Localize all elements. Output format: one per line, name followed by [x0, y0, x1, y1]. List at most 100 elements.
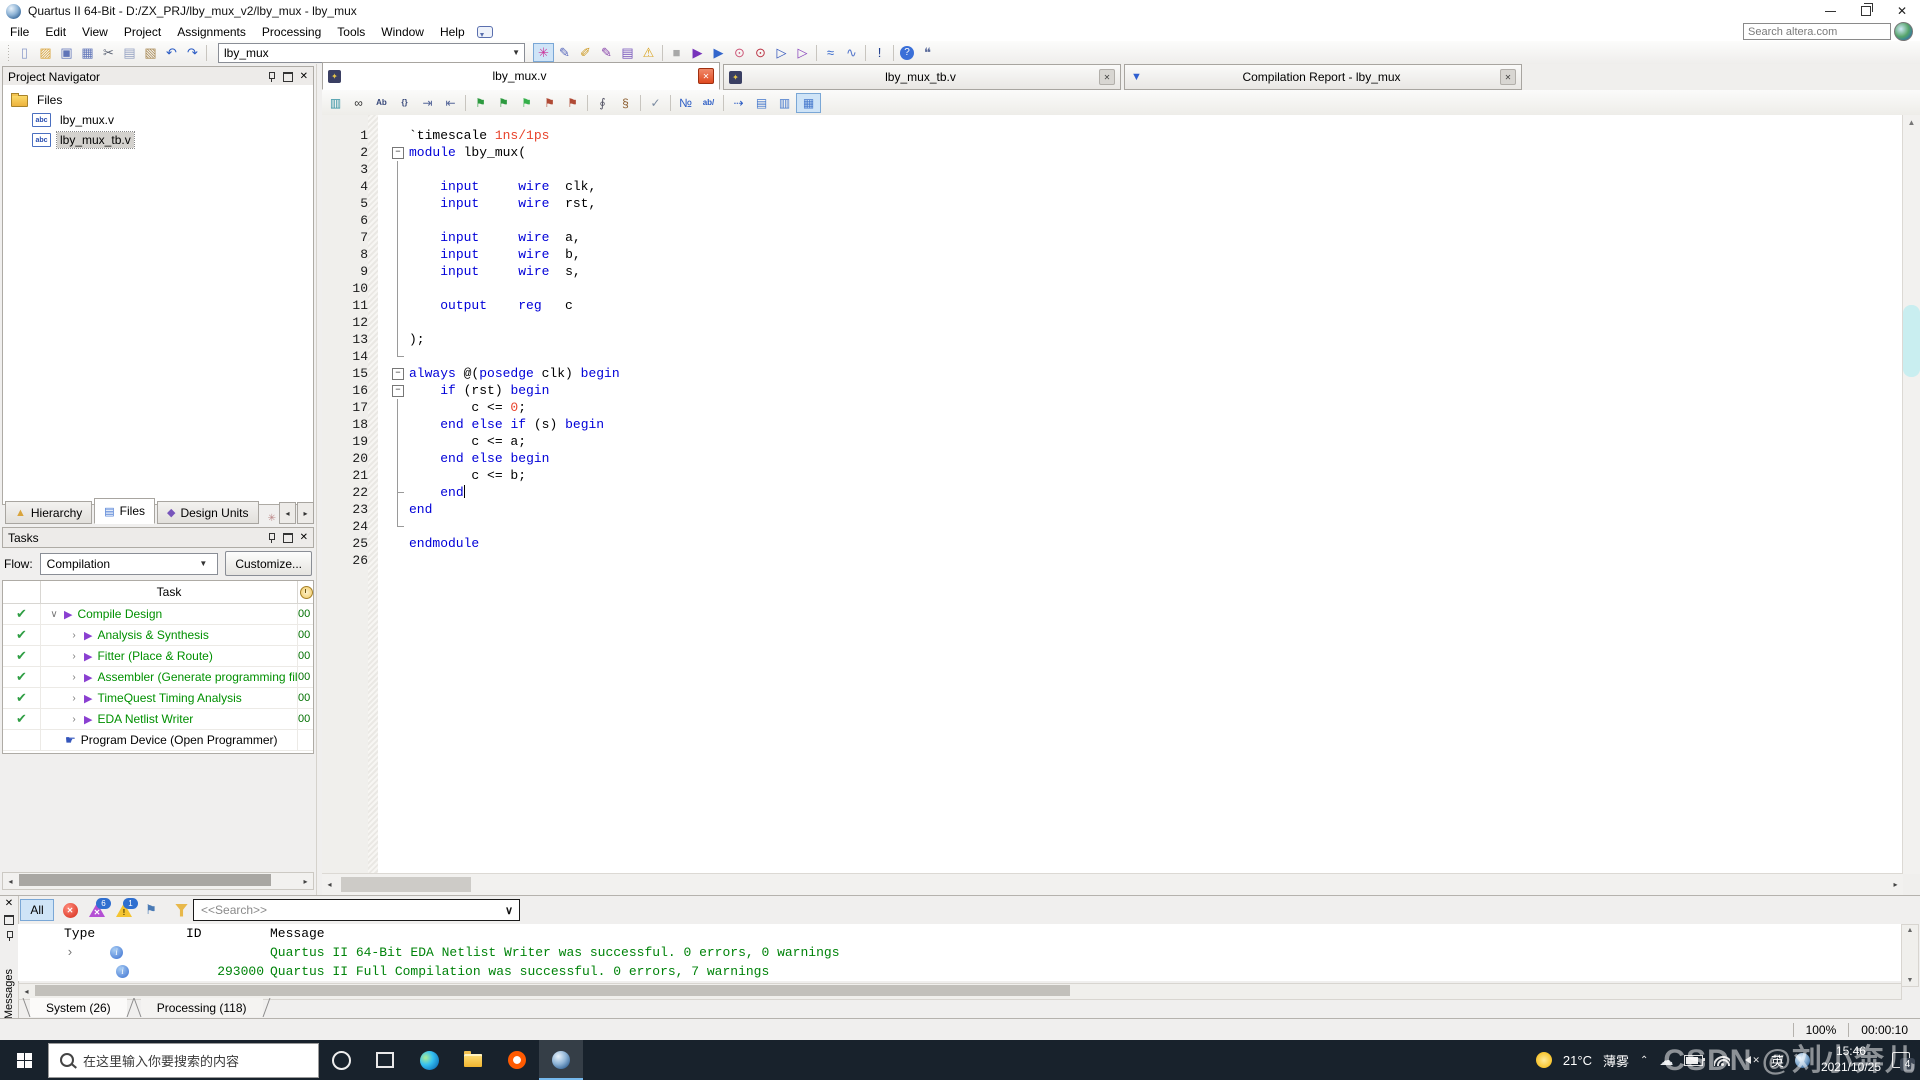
timing-analysis-icon[interactable]: ⊙ — [750, 43, 771, 62]
system-console-icon[interactable]: ! — [869, 43, 890, 62]
clear-bookmark-icon[interactable]: ⚑ — [538, 93, 561, 113]
goto-icon[interactable]: ⇢ — [727, 93, 750, 113]
code-line[interactable]: 6 — [322, 212, 1903, 229]
scroll-up-icon[interactable]: ▲ — [1903, 115, 1920, 129]
tab-scroll-left-button[interactable]: ◂ — [279, 502, 296, 524]
tab-scroll-right-button[interactable]: ▸ — [297, 502, 314, 524]
clock-widget[interactable]: 15:46 2021/10/25 — [1821, 1044, 1881, 1075]
help-icon[interactable]: ? — [900, 45, 914, 60]
task-row[interactable]: ✔ › ▶ TimeQuest Timing Analysis 00 — [3, 688, 313, 709]
pin-planner-icon[interactable]: ✎ — [554, 43, 575, 62]
expand-icon[interactable]: › — [66, 943, 74, 962]
run-eda-icon[interactable]: ▷ — [771, 43, 792, 62]
task-row[interactable]: ✔ › ▶ Analysis & Synthesis 00 — [3, 625, 313, 646]
menu-tools[interactable]: Tools — [329, 24, 373, 40]
scroll-right-icon[interactable]: ▸ — [1888, 874, 1903, 895]
feedback-bubble-icon[interactable] — [476, 25, 493, 38]
insert-template-icon[interactable]: § — [614, 93, 637, 113]
fold-marker[interactable]: − — [387, 144, 409, 161]
warnings-filter-button[interactable]: ! 1 — [113, 897, 138, 921]
code-line[interactable]: 16 − if (rst) begin — [322, 382, 1903, 399]
next-bookmark-icon[interactable]: ⚑ — [492, 93, 515, 113]
task-row[interactable]: ✔ › ▶ EDA Netlist Writer 00 — [3, 709, 313, 730]
code-line[interactable]: 13); — [322, 331, 1903, 348]
edge-button[interactable] — [407, 1040, 451, 1080]
messages-vertical-scrollbar[interactable]: ▲ ▼ — [1901, 924, 1919, 987]
float-icon[interactable] — [4, 915, 14, 925]
altera-search-input[interactable]: Search altera.com — [1743, 23, 1891, 40]
new-file-icon[interactable]: ▯ — [14, 43, 35, 62]
tree-file-lby_mux.v[interactable]: abc lby_mux.v — [3, 110, 313, 130]
close-icon[interactable]: ✕ — [300, 532, 308, 543]
power-analyzer-icon[interactable]: ∿ — [841, 43, 862, 62]
code-line[interactable]: 5 input wire rst, — [322, 195, 1903, 212]
menu-project[interactable]: Project — [116, 24, 169, 40]
message-search-combo[interactable]: <<Search>> ∨ — [193, 899, 520, 921]
customize-button[interactable]: Customize... — [225, 551, 312, 576]
critical-warnings-filter-button[interactable]: ✕ 6 — [86, 897, 111, 921]
minimize-button[interactable] — [1812, 0, 1848, 22]
tab-close-icon[interactable]: ✕ — [698, 68, 714, 84]
menu-view[interactable]: View — [74, 24, 116, 40]
cortana-button[interactable] — [319, 1040, 363, 1080]
prev-bookmark-icon[interactable]: ⚑ — [515, 93, 538, 113]
start-button[interactable] — [0, 1040, 48, 1080]
expand-icon[interactable]: › — [69, 693, 79, 704]
menu-help[interactable]: Help — [432, 24, 473, 40]
scroll-left-icon[interactable]: ◂ — [19, 984, 34, 999]
copy-icon[interactable]: ▤ — [119, 43, 140, 62]
weather-temperature[interactable]: 21°C — [1563, 1053, 1592, 1068]
pane-full-icon[interactable]: ▦ — [796, 92, 821, 113]
wifi-icon[interactable] — [1714, 1055, 1731, 1066]
scroll-left-icon[interactable]: ◂ — [322, 874, 337, 895]
expand-icon[interactable]: › — [69, 630, 79, 641]
code-line[interactable]: 15 − always @(posedge clk) begin — [322, 365, 1903, 382]
ime-indicator[interactable]: 英 — [1771, 1051, 1784, 1070]
menu-window[interactable]: Window — [373, 24, 432, 40]
simulation-icon[interactable]: ≈ — [820, 43, 841, 62]
clear-all-bookmarks-icon[interactable]: ⚑ — [561, 93, 584, 113]
code-line[interactable]: 24 — [322, 518, 1903, 535]
message-row[interactable]: › i Quartus II 64-Bit EDA Netlist Writer w… — [18, 943, 1902, 962]
critical-warning-icon[interactable]: ⚠ — [638, 43, 659, 62]
onedrive-cloud-icon[interactable]: ☁ — [1659, 1052, 1673, 1069]
editor-vertical-scrollbar[interactable]: ▲ — [1902, 115, 1920, 874]
quartus-tray-icon[interactable] — [1794, 1052, 1810, 1068]
netlist-viewer-icon[interactable]: ✎ — [596, 43, 617, 62]
filter-all-button[interactable]: All — [20, 899, 54, 921]
undo-icon[interactable]: ↶ — [161, 43, 182, 62]
editor-horizontal-scrollbar[interactable]: ◂ ▸ — [322, 873, 1903, 895]
task-row[interactable]: ✔ ∨ ▶ Compile Design 00 — [3, 604, 313, 625]
code-line[interactable]: 2 − module lby_mux( — [322, 144, 1903, 161]
indent-icon[interactable]: ⇥ — [416, 93, 439, 113]
close-icon[interactable]: ✕ — [300, 71, 308, 82]
file-explorer-button[interactable] — [451, 1040, 495, 1080]
scrollbar-thumb[interactable] — [19, 874, 271, 886]
menu-edit[interactable]: Edit — [37, 24, 74, 40]
save-all-icon[interactable]: ▦ — [77, 43, 98, 62]
feedback-icon[interactable]: ❝ — [917, 43, 938, 62]
menu-processing[interactable]: Processing — [254, 24, 329, 40]
assignment-editor-icon[interactable]: ✳ — [533, 43, 554, 62]
close-icon[interactable]: ✕ — [5, 899, 13, 909]
float-icon[interactable] — [282, 71, 293, 82]
tab-close-icon[interactable]: ✕ — [1500, 69, 1516, 85]
bookmark-icon[interactable]: ⚑ — [469, 93, 492, 113]
pin-icon[interactable] — [267, 532, 276, 543]
collapse-icon[interactable]: ∨ — [49, 609, 59, 620]
messages-horizontal-scrollbar[interactable]: ◂ — [18, 983, 1902, 1000]
scrollbar-thumb[interactable] — [35, 985, 1071, 996]
replace-icon[interactable]: Ab — [370, 93, 393, 113]
navigator-tab-files[interactable]: ▤ Files — [94, 498, 155, 524]
task-row[interactable]: ✔ › ▶ Assembler (Generate programming files… — [3, 667, 313, 688]
code-line[interactable]: 9 input wire s, — [322, 263, 1903, 280]
stop-icon[interactable]: ■ — [666, 43, 687, 62]
expand-icon[interactable]: › — [69, 651, 79, 662]
scroll-right-icon[interactable]: ▸ — [298, 873, 313, 889]
tab-close-icon[interactable]: ✕ — [1099, 69, 1115, 85]
code-line[interactable]: 20 end else begin — [322, 450, 1903, 467]
code-line[interactable]: 8 input wire b, — [322, 246, 1903, 263]
comment-icon[interactable]: ab/ — [697, 93, 720, 113]
fold-marker[interactable]: − — [387, 365, 409, 382]
browser-app-button[interactable] — [495, 1040, 539, 1080]
